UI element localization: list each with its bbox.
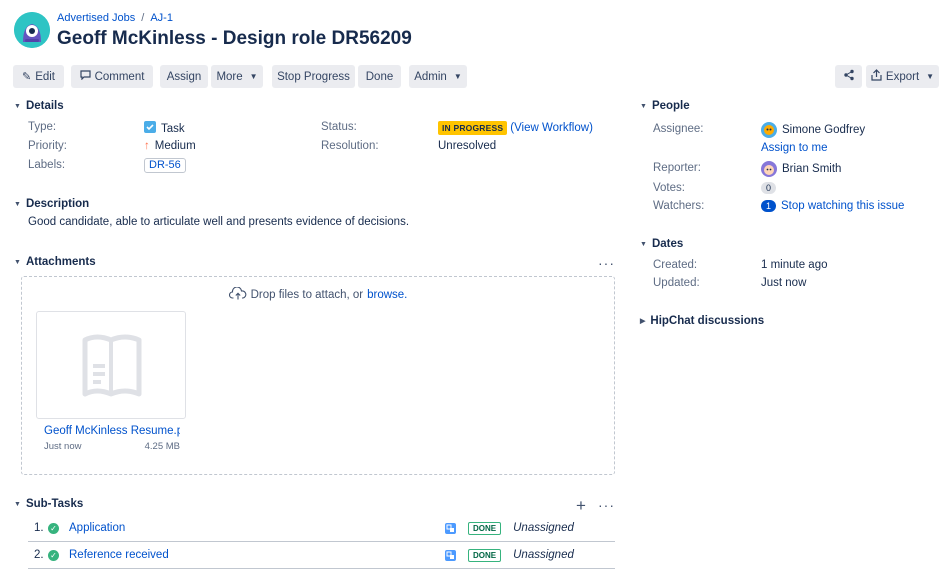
export-button[interactable]: Export ▼ [866,65,939,88]
people-section-toggle[interactable]: ▼ People [640,100,690,112]
assign-to-me-link[interactable]: Assign to me [761,142,827,154]
reporter-label: Reporter: [653,162,701,174]
breadcrumb-separator: / [141,12,145,24]
attachment-thumbnail[interactable] [36,311,186,419]
chevron-down-icon: ▼ [640,102,647,110]
chevron-down-icon: ▼ [249,72,258,81]
chevron-down-icon: ▼ [14,500,21,508]
export-icon [871,69,882,84]
resolution-value: Unresolved [438,140,497,152]
watchers-value: 1 Stop watching this issue [761,200,904,212]
task-icon [144,121,156,136]
assign-button[interactable]: Assign [160,65,208,88]
votes-count: 0 [761,182,777,194]
status-lozenge: IN PROGRESS [438,121,508,135]
ellipsis-icon[interactable]: ··· [598,256,615,270]
edit-button[interactable]: ✎ Edit [13,65,64,88]
description-section-toggle[interactable]: ▼ Description [14,198,89,210]
assignee-value[interactable]: Simone Godfrey [761,122,865,138]
chevron-down-icon: ▼ [926,72,935,81]
assignee-label: Assignee: [653,123,704,135]
subtask-row[interactable]: 1. ✓ Application DONE Unassigned [28,515,615,542]
pencil-icon: ✎ [21,71,32,83]
chevron-down-icon: ▼ [640,240,647,248]
share-button[interactable] [835,65,862,88]
status-label: Status: [321,121,357,133]
attachment-size: 4.25 MB [144,441,180,452]
arrow-up-icon: ↑ [144,140,150,152]
speech-bubble-icon [79,70,91,83]
subtask-row[interactable]: 2. ✓ Reference received DONE Unassigned [28,542,615,569]
resolution-label: Resolution: [321,140,379,152]
status-lozenge: DONE [468,548,502,562]
subtask-number: 2. [34,549,44,561]
cloud-upload-icon [228,286,247,303]
share-icon [843,69,855,84]
subtask-number: 1. [34,522,44,534]
chevron-down-icon: ▼ [453,72,462,81]
attachment-time: Just now [44,441,82,452]
created-value: 1 minute ago [761,259,828,271]
created-label: Created: [653,259,698,271]
status-value: IN PROGRESS (View Workflow) [438,121,593,135]
admin-button[interactable]: Admin ▼ [409,65,467,88]
check-circle-icon: ✓ [48,549,59,561]
avatar [761,122,777,138]
view-workflow-link[interactable]: (View Workflow) [510,122,593,134]
votes-label: Votes: [653,182,685,194]
check-circle-icon: ✓ [48,522,59,534]
details-section-toggle[interactable]: ▼ Details [14,100,64,112]
subtask-link[interactable]: Reference received [69,549,445,561]
hipchat-section-toggle[interactable]: ▶ HipChat discussions [640,315,764,327]
page-title[interactable]: Geoff McKinless - Design role DR56209 [57,28,412,50]
labels-value: DR-56 [144,158,186,173]
ellipsis-icon[interactable]: ··· [598,498,615,512]
votes-value[interactable]: 0 [761,182,777,194]
type-value: Task [144,121,185,136]
plus-icon[interactable]: + [576,496,586,516]
done-button[interactable]: Done [358,65,401,88]
chevron-right-icon: ▶ [640,318,646,325]
subtask-icon [445,549,456,561]
more-button[interactable]: More ▼ [211,65,263,88]
subtask-link[interactable]: Application [69,522,445,534]
browse-link[interactable]: browse. [367,289,407,301]
comment-button[interactable]: Comment [71,65,153,88]
description-text[interactable]: Good candidate, able to articulate well … [28,216,409,228]
chevron-down-icon: ▼ [14,200,21,208]
stop-watching-link[interactable]: Stop watching this issue [781,200,904,212]
chevron-down-icon: ▼ [14,258,21,266]
attachment-meta: Just now 4.25 MB [44,441,180,452]
breadcrumb-project-link[interactable]: Advertised Jobs [57,12,135,24]
subtask-icon [445,522,456,534]
document-icon [81,332,143,401]
subtask-assignee: Unassigned [513,522,574,534]
dates-section-toggle[interactable]: ▼ Dates [640,238,683,250]
watchers-count[interactable]: 1 [761,200,777,212]
type-label: Type: [28,121,57,133]
avatar [761,161,777,177]
status-lozenge: DONE [468,521,502,535]
stop-progress-button[interactable]: Stop Progress [272,65,355,88]
chevron-down-icon: ▼ [14,102,21,110]
project-avatar[interactable] [14,12,50,48]
updated-label: Updated: [653,277,700,289]
drop-text-row: Drop files to attach, or browse. [22,286,614,303]
subtasks-section-toggle[interactable]: ▼ Sub-Tasks [14,498,83,510]
attachments-section-toggle[interactable]: ▼ Attachments [14,256,96,268]
subtask-assignee: Unassigned [513,549,574,561]
breadcrumb: Advertised Jobs / AJ-1 [57,12,173,24]
label-chip[interactable]: DR-56 [144,158,186,173]
reporter-value[interactable]: Brian Smith [761,161,841,177]
updated-value: Just now [761,277,807,289]
breadcrumb-issue-link[interactable]: AJ-1 [150,12,173,24]
priority-value: ↑ Medium [144,140,196,152]
watchers-label: Watchers: [653,200,705,212]
labels-label: Labels: [28,159,66,171]
priority-label: Priority: [28,140,67,152]
attachment-file-name[interactable]: Geoff McKinless Resume.p [44,425,180,437]
